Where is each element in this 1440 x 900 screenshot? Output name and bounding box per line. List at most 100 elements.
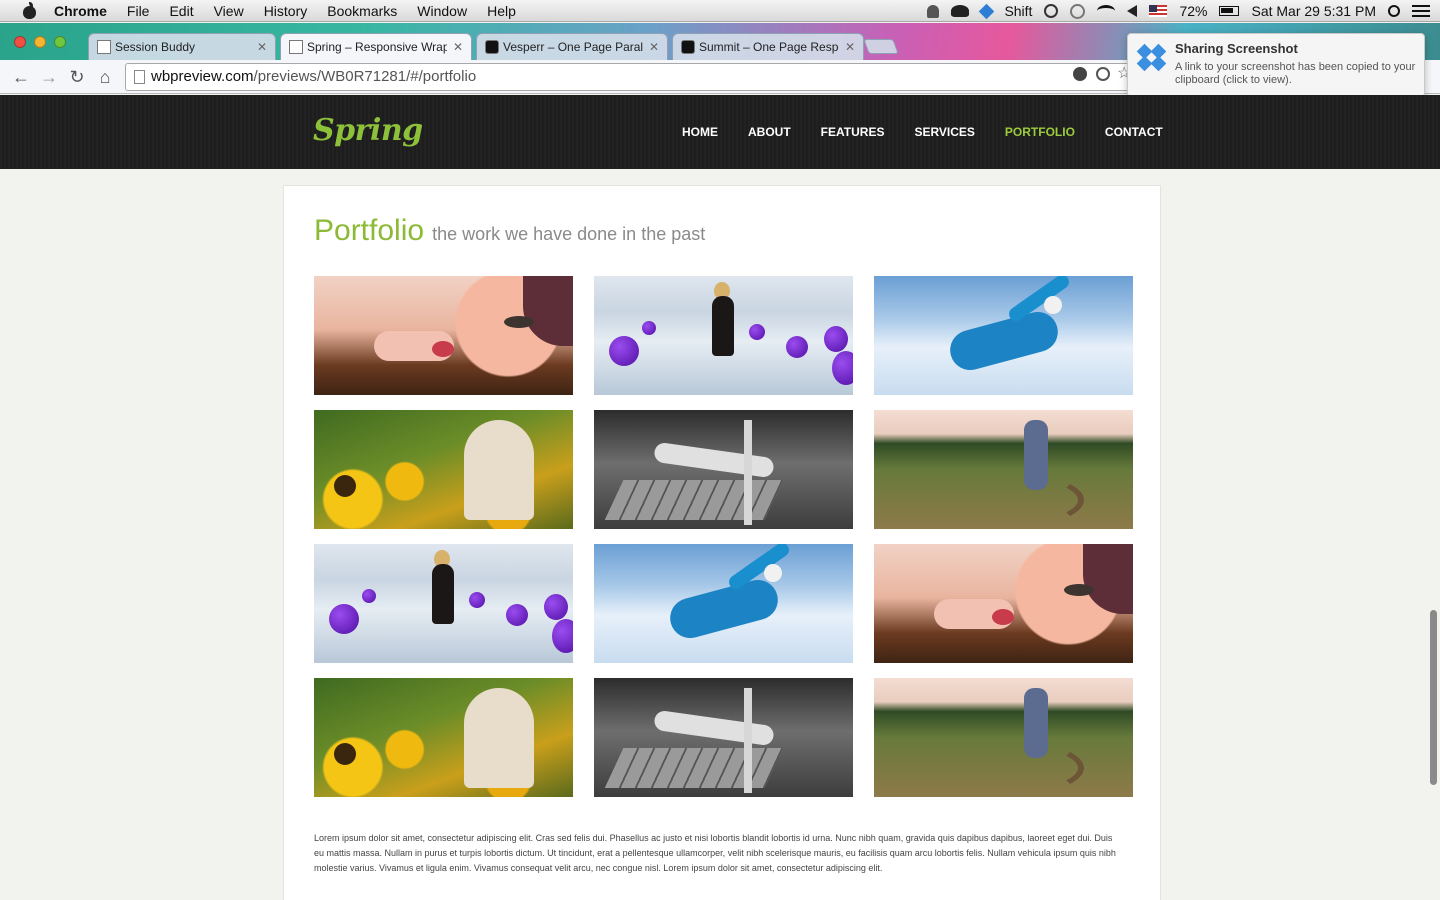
nav-contact[interactable]: CONTACT [1105, 125, 1163, 139]
tab-close-icon[interactable]: ✕ [649, 40, 659, 54]
portfolio-item-face[interactable] [314, 276, 573, 395]
menu-file[interactable]: File [127, 3, 150, 19]
new-tab-button[interactable] [863, 39, 899, 54]
section-heading: Portfolio the work we have done in the p… [314, 214, 705, 248]
portfolio-section: Portfolio the work we have done in the p… [283, 185, 1161, 900]
site-logo[interactable]: Spring [313, 113, 423, 148]
tab-close-icon[interactable]: ✕ [845, 40, 855, 54]
photo-detail [992, 609, 1014, 625]
time-machine-icon[interactable] [1070, 3, 1086, 19]
portfolio-item-snow-angel[interactable] [874, 276, 1133, 395]
photo-detail [824, 326, 848, 352]
portfolio-item-balloons[interactable] [314, 544, 573, 663]
photo-detail [334, 475, 356, 497]
photo-detail [432, 341, 454, 357]
extension-icon[interactable] [1073, 67, 1087, 81]
forward-arrow-icon[interactable]: → [38, 66, 60, 88]
photo-detail [1024, 688, 1048, 758]
tab-summit[interactable]: Summit – One Page Respo ✕ [672, 33, 864, 60]
nav-home[interactable]: HOME [682, 125, 718, 139]
sync-icon[interactable] [1044, 4, 1059, 18]
photo-detail [749, 324, 765, 340]
photo-detail [506, 604, 528, 626]
site-header: Spring HOME ABOUT FEATURES SERVICES PORT… [0, 95, 1440, 169]
address-path: /previews/WB0R71281/#/portfolio [253, 68, 477, 85]
nav-services[interactable]: SERVICES [914, 125, 974, 139]
menu-app-chrome[interactable]: Chrome [54, 3, 107, 19]
photo-detail [604, 748, 784, 788]
home-icon[interactable]: ⌂ [94, 66, 116, 88]
photo-detail [904, 470, 1084, 529]
reload-icon[interactable]: ↻ [66, 66, 88, 88]
keyboard-shift-indicator[interactable]: Shift [1004, 3, 1032, 19]
photo-detail [329, 604, 359, 634]
tab-close-icon[interactable]: ✕ [453, 40, 463, 54]
portfolio-item-snow-angel[interactable] [594, 544, 853, 663]
portfolio-item-sunflowers[interactable] [314, 678, 573, 797]
photo-detail [464, 420, 534, 520]
battery-percent[interactable]: 72% [1179, 3, 1207, 19]
photo-detail [1044, 296, 1062, 314]
zoom-window-button[interactable] [54, 36, 66, 48]
address-bar[interactable]: wbpreview.com/previews/WB0R71281/#/portf… [125, 63, 1135, 91]
site-nav: HOME ABOUT FEATURES SERVICES PORTFOLIO C… [682, 125, 1193, 139]
nav-portfolio[interactable]: PORTFOLIO [1005, 125, 1075, 139]
portfolio-item-dock[interactable] [594, 678, 853, 797]
portfolio-title: Portfolio [314, 214, 425, 247]
back-arrow-icon[interactable]: ← [10, 66, 32, 88]
menu-bookmarks[interactable]: Bookmarks [327, 3, 397, 19]
photo-detail [642, 321, 656, 335]
apple-menu-icon[interactable] [20, 1, 40, 19]
dropbox-notification[interactable]: Sharing Screenshot A link to your screen… [1127, 33, 1425, 97]
portfolio-item-balloons[interactable] [594, 276, 853, 395]
wifi-icon[interactable] [1097, 5, 1116, 17]
hat-icon[interactable] [951, 5, 970, 17]
tab-close-icon[interactable]: ✕ [257, 40, 267, 54]
battery-icon[interactable] [1219, 6, 1240, 16]
volume-icon[interactable] [1127, 5, 1138, 17]
tab-title: Session Buddy [115, 40, 196, 54]
menu-view[interactable]: View [214, 3, 244, 19]
portfolio-grid [314, 276, 1133, 797]
portfolio-item-field-road[interactable] [874, 678, 1133, 797]
nav-about[interactable]: ABOUT [748, 125, 791, 139]
photo-detail [1064, 584, 1094, 596]
tab-vesperr[interactable]: Vesperr – One Page Paralla ✕ [476, 33, 668, 60]
mac-menubar: Chrome File Edit View History Bookmarks … [0, 0, 1440, 22]
photo-detail [523, 276, 573, 346]
photo-detail [1024, 420, 1048, 490]
minimize-window-button[interactable] [34, 36, 46, 48]
input-flag-icon[interactable] [1149, 5, 1168, 17]
photo-detail [552, 619, 573, 653]
page-scrollbar[interactable] [1430, 610, 1437, 785]
tab-session-buddy[interactable]: Session Buddy ✕ [88, 33, 276, 60]
portfolio-item-sunflowers[interactable] [314, 410, 573, 529]
zoom-icon[interactable] [1096, 67, 1110, 81]
photo-detail [744, 420, 752, 525]
portfolio-subtitle: the work we have done in the past [432, 224, 706, 244]
menu-window[interactable]: Window [417, 3, 467, 19]
menu-history[interactable]: History [264, 3, 308, 19]
notification-title: Sharing Screenshot [1175, 41, 1298, 56]
notification-center-icon[interactable] [1412, 5, 1430, 17]
photo-detail [904, 738, 1084, 797]
window-controls [14, 36, 66, 48]
menubar-status-area: Shift 72% Sat Mar 29 5:31 PM [927, 0, 1430, 22]
portfolio-item-field-road[interactable] [874, 410, 1133, 529]
menu-help[interactable]: Help [487, 3, 516, 19]
clock-datetime[interactable]: Sat Mar 29 5:31 PM [1251, 3, 1376, 19]
portfolio-item-face[interactable] [874, 544, 1133, 663]
address-host: wbpreview.com [151, 68, 254, 85]
portfolio-item-dock[interactable] [594, 410, 853, 529]
nav-features[interactable]: FEATURES [821, 125, 885, 139]
spotlight-icon[interactable] [1388, 5, 1400, 17]
photo-detail [665, 575, 783, 643]
dropbox-icon[interactable] [979, 3, 995, 19]
tab-spring[interactable]: Spring – Responsive Wrap ✕ [280, 33, 472, 60]
close-window-button[interactable] [14, 36, 26, 48]
menu-edit[interactable]: Edit [169, 3, 193, 19]
notification-bell-icon[interactable] [927, 4, 940, 18]
photo-detail [432, 564, 454, 624]
photo-detail [604, 480, 784, 520]
photo-detail [786, 336, 808, 358]
